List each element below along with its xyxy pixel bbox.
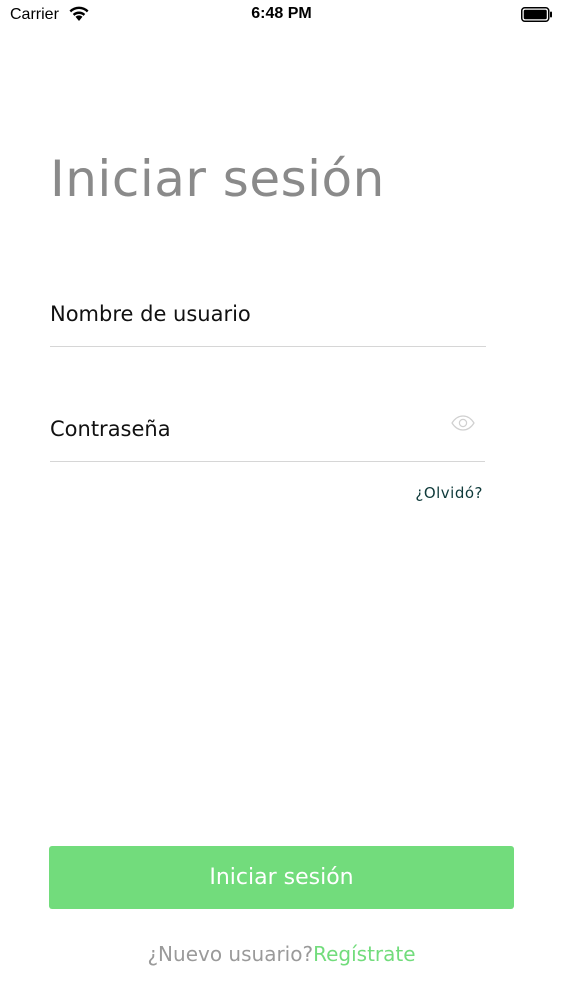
register-prompt-line: ¿Nuevo usuario?Regístrate <box>0 942 563 966</box>
page-title: Iniciar sesión <box>50 150 385 208</box>
forgot-password-link[interactable]: ¿Olvidó? <box>415 484 483 502</box>
username-input[interactable] <box>50 290 430 338</box>
eye-icon[interactable] <box>451 415 475 431</box>
register-link[interactable]: Regístrate <box>313 942 415 966</box>
password-field-container <box>50 405 485 462</box>
battery-full-icon <box>521 7 552 22</box>
username-field-container <box>50 290 486 347</box>
login-button[interactable]: Iniciar sesión <box>49 846 514 909</box>
new-user-prompt: ¿Nuevo usuario? <box>147 942 314 966</box>
status-time: 6:48 PM <box>251 5 312 22</box>
status-bar: Carrier 6:48 PM <box>0 0 563 30</box>
password-input[interactable] <box>50 405 430 453</box>
